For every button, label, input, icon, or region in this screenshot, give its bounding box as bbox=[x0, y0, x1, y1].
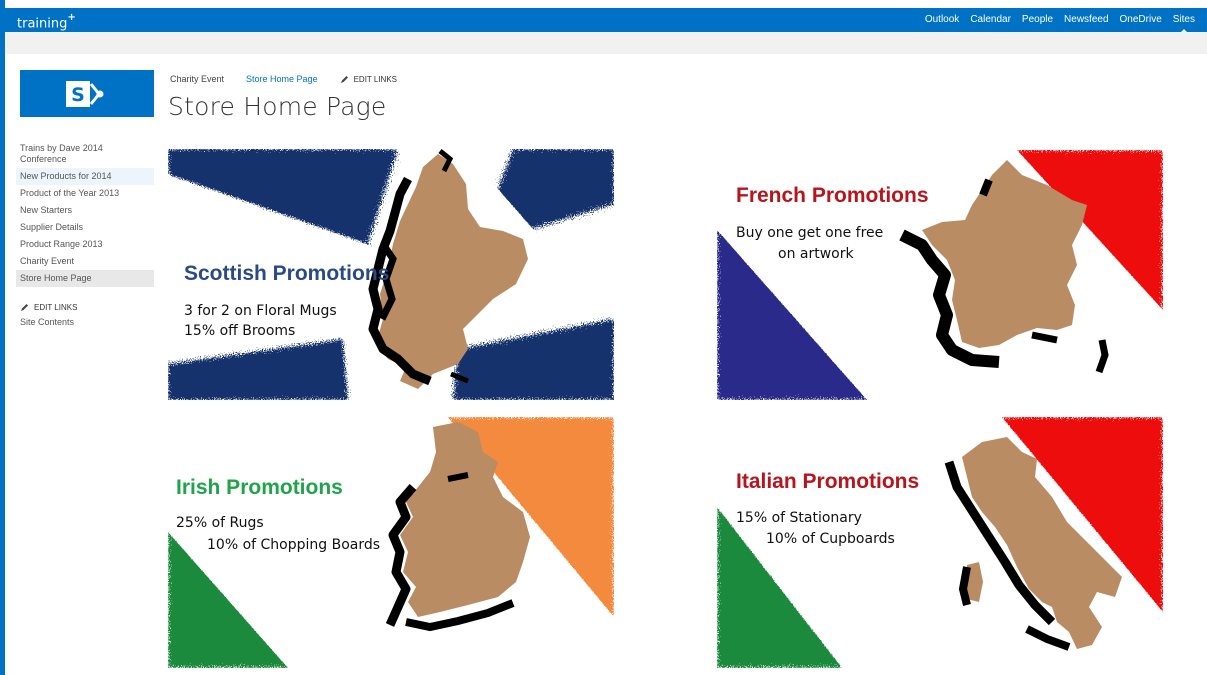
italian-heading: Italian Promotions bbox=[736, 470, 920, 493]
suite-brand-label: training bbox=[17, 16, 68, 32]
nav-item-charity-event[interactable]: Charity Event bbox=[16, 253, 154, 270]
pencil-icon bbox=[21, 304, 28, 311]
nav-item-new-products[interactable]: New Products for 2014 bbox=[16, 168, 154, 185]
nav-site-contents[interactable]: Site Contents bbox=[16, 314, 154, 331]
suite-links: Outlook Calendar People Newsfeed OneDriv… bbox=[925, 14, 1195, 34]
suite-link-sites[interactable]: Sites bbox=[1173, 14, 1195, 34]
scottish-promotions-tile[interactable]: Scottish Promotions 3 for 2 on Floral Mu… bbox=[168, 149, 614, 400]
page-title: Store Home Page bbox=[168, 92, 387, 121]
nav-item-store-home-page[interactable]: Store Home Page bbox=[16, 270, 154, 287]
pencil-icon bbox=[340, 75, 348, 83]
left-nav: Trains by Dave 2014 Conference New Produ… bbox=[16, 140, 154, 331]
nav-edit-links-label: EDIT LINKS bbox=[34, 303, 78, 312]
nav-edit-links[interactable]: EDIT LINKS bbox=[16, 301, 154, 314]
french-line-2: on artwork bbox=[778, 246, 854, 262]
nav-item-product-of-year[interactable]: Product of the Year 2013 bbox=[16, 185, 154, 202]
scottish-line-2: 15% off Brooms bbox=[184, 323, 296, 339]
irish-heading: Irish Promotions bbox=[176, 476, 343, 499]
site-logo[interactable]: S bbox=[20, 70, 154, 117]
nav-item-product-range[interactable]: Product Range 2013 bbox=[16, 236, 154, 253]
nav-item-supplier-details[interactable]: Supplier Details bbox=[16, 219, 154, 236]
ribbon-bar bbox=[5, 32, 1207, 54]
sharepoint-logo-icon: S bbox=[66, 81, 104, 107]
suite-link-newsfeed[interactable]: Newsfeed bbox=[1064, 14, 1108, 25]
irish-line-2: 10% of Chopping Boards bbox=[207, 537, 381, 553]
irish-line-1: 25% of Rugs bbox=[176, 515, 264, 531]
italian-promotions-tile[interactable]: Italian Promotions 15% of Stationary 10%… bbox=[717, 417, 1163, 668]
suite-link-people[interactable]: People bbox=[1022, 14, 1053, 25]
suite-link-onedrive[interactable]: OneDrive bbox=[1120, 14, 1162, 25]
logo-letter: S bbox=[71, 84, 85, 106]
scottish-line-1: 3 for 2 on Floral Mugs bbox=[184, 303, 337, 319]
suite-bar: training+ Outlook Calendar People Newsfe… bbox=[5, 8, 1207, 34]
irish-promotions-tile[interactable]: Irish Promotions 25% of Rugs 10% of Chop… bbox=[168, 417, 614, 668]
french-line-1: Buy one get one free bbox=[736, 225, 884, 241]
breadcrumb-site[interactable]: Charity Event bbox=[170, 74, 224, 84]
breadcrumb-current[interactable]: Store Home Page bbox=[246, 74, 318, 84]
nav-item-new-starters[interactable]: New Starters bbox=[16, 202, 154, 219]
italian-line-1: 15% of Stationary bbox=[736, 510, 862, 526]
suite-link-calendar[interactable]: Calendar bbox=[970, 14, 1011, 25]
nav-item-trains-by-dave[interactable]: Trains by Dave 2014 Conference bbox=[16, 140, 154, 168]
french-heading: French Promotions bbox=[736, 184, 929, 207]
breadcrumb-edit-label: EDIT LINKS bbox=[353, 74, 397, 84]
suite-link-outlook[interactable]: Outlook bbox=[925, 14, 959, 25]
breadcrumb: Charity Event Store Home Page EDIT LINKS bbox=[170, 74, 397, 84]
suite-brand[interactable]: training+ bbox=[17, 12, 76, 32]
breadcrumb-edit-links[interactable]: EDIT LINKS bbox=[340, 75, 397, 84]
scottish-heading: Scottish Promotions bbox=[184, 262, 390, 285]
suite-brand-mark: + bbox=[67, 12, 76, 23]
french-promotions-tile[interactable]: French Promotions Buy one get one free o… bbox=[717, 150, 1163, 400]
italian-line-2: 10% of Cupboards bbox=[766, 531, 895, 547]
